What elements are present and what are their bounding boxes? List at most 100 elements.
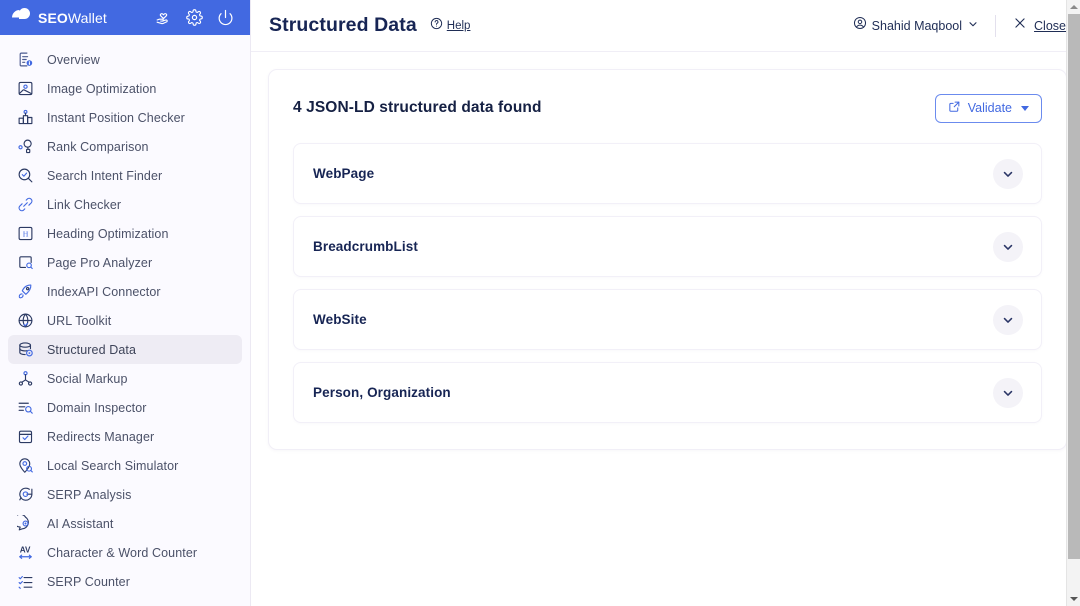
chevron-down-icon[interactable] <box>993 304 1023 335</box>
close-button[interactable]: Close <box>996 16 1066 35</box>
pie-logo-icon <box>12 8 31 27</box>
chevron-down-icon[interactable] <box>993 377 1023 408</box>
help-label: Help <box>446 19 471 32</box>
accordion-item[interactable]: WebPage <box>293 143 1042 204</box>
sidebar-item-search-intent-finder[interactable]: Search Intent Finder <box>8 161 242 190</box>
structured-data-accordion-list: WebPage BreadcrumbList WebSite Person, O… <box>293 143 1042 423</box>
app-root: SEOWallet Overview Image Optimization In… <box>0 0 1080 606</box>
sidebar-item-serp-analysis[interactable]: SERP Analysis <box>8 480 242 509</box>
sidebar-item-label: IndexAPI Connector <box>47 284 161 299</box>
sidebar-item-overview[interactable]: Overview <box>8 45 242 74</box>
chevron-down-icon[interactable] <box>993 158 1023 189</box>
sidebar-item-label: URL Toolkit <box>47 313 112 328</box>
sidebar-item-domain-inspector[interactable]: Domain Inspector <box>8 393 242 422</box>
sidebar-item-label: Domain Inspector <box>47 400 147 415</box>
sidebar-item-label: SERP Analysis <box>47 487 132 502</box>
sidebar-item-label: Instant Position Checker <box>47 110 185 125</box>
sidebar-item-label: Search Intent Finder <box>47 168 163 183</box>
sidebar-item-indexapi-connector[interactable]: IndexAPI Connector <box>8 277 242 306</box>
sidebar-item-label: Structured Data <box>47 342 137 357</box>
accordion-label: WebSite <box>313 312 367 327</box>
sidebar-item-redirects-manager[interactable]: Redirects Manager <box>8 422 242 451</box>
caret-down-icon <box>1021 105 1029 111</box>
sidebar-item-page-pro-analyzer[interactable]: Page Pro Analyzer <box>8 248 242 277</box>
sidebar-item-rank-comparison[interactable]: Rank Comparison <box>8 132 242 161</box>
content-scroll-area: 4 JSON-LD structured data found Validate <box>251 52 1080 606</box>
topbar-right-group: Shahid Maqbool Close <box>853 14 1066 37</box>
checklist-icon <box>16 573 34 591</box>
page-search-icon <box>16 254 34 272</box>
vertical-scrollbar[interactable] <box>1066 0 1080 606</box>
map-pin-search-icon <box>16 457 34 475</box>
speech-bubble-icon <box>16 486 34 504</box>
sidebar-item-structured-data[interactable]: Structured Data <box>8 335 242 364</box>
sidebar-item-social-markup[interactable]: Social Markup <box>8 364 242 393</box>
accordion-item[interactable]: Person, Organization <box>293 362 1042 423</box>
card-header: 4 JSON-LD structured data found Validate <box>293 90 1042 126</box>
sidebar-item-label: Overview <box>47 52 100 67</box>
card-title: 4 JSON-LD structured data found <box>293 99 542 116</box>
database-star-icon <box>16 341 34 359</box>
chevron-down-icon <box>967 17 979 35</box>
search-check-icon <box>16 167 34 185</box>
close-label: Close <box>1034 18 1066 33</box>
power-icon[interactable] <box>217 9 234 26</box>
sidebar-item-label: Social Markup <box>47 371 128 386</box>
sidebar-item-label: Character & Word Counter <box>47 545 198 560</box>
sidebar-item-image-optimization[interactable]: Image Optimization <box>8 74 242 103</box>
sidebar-item-instant-position-checker[interactable]: Instant Position Checker <box>8 103 242 132</box>
sidebar-item-ai-assistant[interactable]: AI Assistant <box>8 509 242 538</box>
main-content: Structured Data Help Shahid Maqbool Clos… <box>250 0 1080 606</box>
scroll-down-arrow-icon[interactable] <box>1067 592 1080 606</box>
accordion-label: WebPage <box>313 166 375 181</box>
av-arrows-icon: AV <box>16 544 34 562</box>
sidebar-item-label: Heading Optimization <box>47 226 169 241</box>
chevron-down-icon[interactable] <box>993 231 1023 262</box>
brand-bar: SEOWallet <box>0 0 250 35</box>
sidebar-item-label: AI Assistant <box>47 516 114 531</box>
sidebar-item-label: Image Optimization <box>47 81 157 96</box>
gear-icon[interactable] <box>186 9 203 26</box>
sidebar-item-character-word-counter[interactable]: AV Character & Word Counter <box>8 538 242 567</box>
nodes-icon <box>16 138 34 156</box>
sidebar-item-link-checker[interactable]: Link Checker <box>8 190 242 219</box>
help-link[interactable]: Help <box>430 17 471 35</box>
domain-search-icon <box>16 399 34 417</box>
calendar-check-icon <box>16 428 34 446</box>
sidebar-item-label: SERP Counter <box>47 574 130 589</box>
external-link-icon <box>948 100 961 116</box>
accordion-label: BreadcrumbList <box>313 239 418 254</box>
scroll-up-arrow-icon[interactable] <box>1067 0 1080 14</box>
heart-hand-icon[interactable] <box>155 9 172 26</box>
heading-h-icon: H <box>16 225 34 243</box>
document-info-icon <box>16 51 34 69</box>
scrollbar-thumb[interactable] <box>1068 14 1080 559</box>
link-icon <box>16 196 34 214</box>
globe-check-icon <box>16 312 34 330</box>
podium-icon <box>16 109 34 127</box>
sidebar-item-label: Redirects Manager <box>47 429 155 444</box>
accordion-item[interactable]: WebSite <box>293 289 1042 350</box>
brand-name-light: Wallet <box>67 9 107 26</box>
sidebar-item-heading-optimization[interactable]: H Heading Optimization <box>8 219 242 248</box>
accordion-item[interactable]: BreadcrumbList <box>293 216 1042 277</box>
accordion-label: Person, Organization <box>313 385 451 400</box>
user-menu[interactable]: Shahid Maqbool <box>853 16 995 35</box>
question-circle-icon <box>430 17 443 35</box>
sidebar-item-label: Rank Comparison <box>47 139 149 154</box>
validate-label: Validate <box>967 101 1012 115</box>
sidebar-item-label: Page Pro Analyzer <box>47 255 153 270</box>
sidebar-item-label: Local Search Simulator <box>47 458 179 473</box>
page-title: Structured Data <box>269 14 417 36</box>
validate-button[interactable]: Validate <box>934 93 1042 123</box>
brand-name-bold: SEO <box>38 9 68 26</box>
user-circle-icon <box>853 16 867 35</box>
brand-name: SEOWallet <box>38 10 107 26</box>
image-icon <box>16 80 34 98</box>
rocket-icon <box>16 283 34 301</box>
sidebar-item-serp-counter[interactable]: SERP Counter <box>8 567 242 596</box>
brand-icon-group <box>155 9 240 26</box>
sidebar-item-local-search-simulator[interactable]: Local Search Simulator <box>8 451 242 480</box>
svg-text:AV: AV <box>19 546 30 555</box>
sidebar-item-url-toolkit[interactable]: URL Toolkit <box>8 306 242 335</box>
